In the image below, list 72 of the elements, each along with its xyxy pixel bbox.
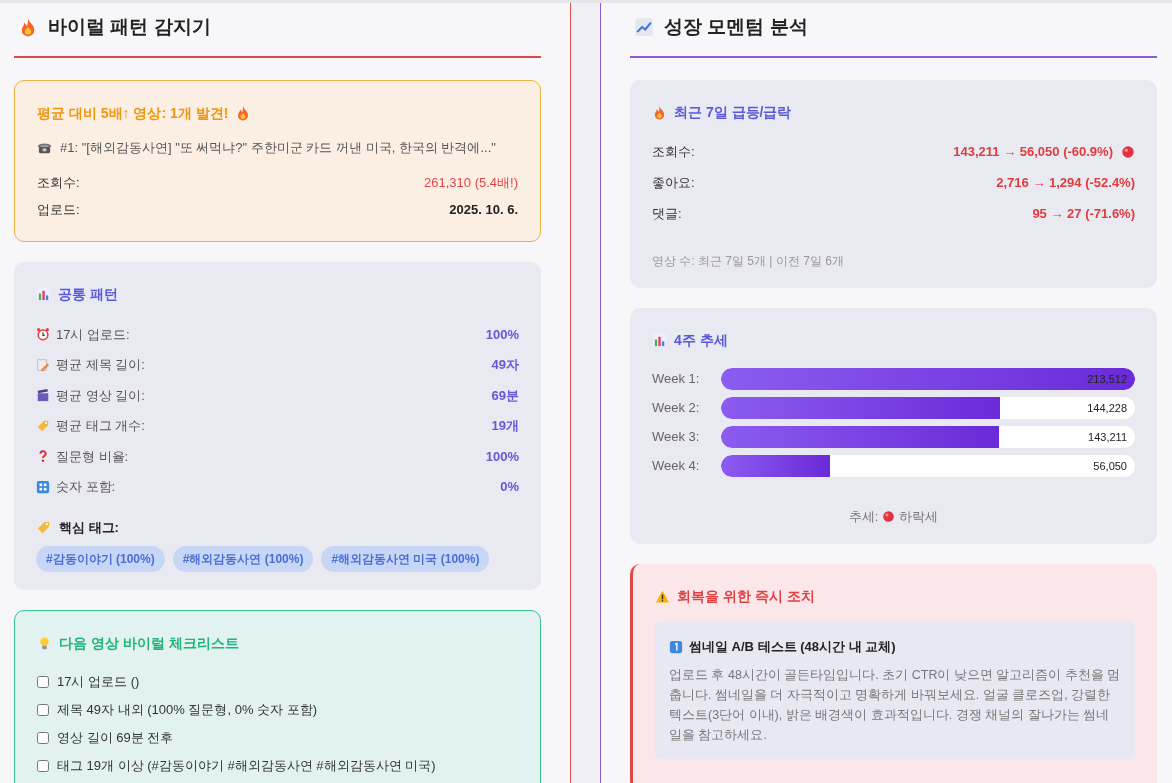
panel-title: 성장 모멘텀 분석 <box>664 15 808 39</box>
tag-chip: #감동이야기 (100%) <box>36 545 165 572</box>
stat-value: 261,310 (5.4배!) <box>424 173 518 192</box>
stat-label: 평균 태그 개수: <box>56 417 145 435</box>
stat-label: 평균 영상 길이: <box>56 386 145 405</box>
card-title: 다음 영상 바이럴 체크리스트 <box>59 633 239 653</box>
week-label: Week 3: <box>652 428 701 447</box>
checklist-label: 제목 49자 내외 (100% 질문형, 0% 숫자 포함) <box>57 700 318 719</box>
card-title: 공통 패턴 <box>58 285 118 304</box>
stat-value: 100% <box>485 447 519 466</box>
trend-label: 추세: <box>848 507 879 526</box>
card-title: 최근 7일 급등/급락 <box>674 102 792 122</box>
tag-icon <box>36 418 50 433</box>
stat-label: 질문형 비율: <box>56 447 129 466</box>
bar-value: 143,211 <box>1088 430 1127 445</box>
stat-value: 69분 <box>491 386 519 405</box>
stat-value: 0% <box>500 478 519 496</box>
stat-label: 업로드: <box>37 200 80 219</box>
stat-value: 95 → 27 (-71.6%) <box>1032 205 1135 224</box>
week-label: Week 4: <box>652 457 701 476</box>
stat-label: 댓글: <box>652 205 682 224</box>
flame-icon <box>652 104 667 120</box>
stat-label: 좋아요: <box>652 174 695 193</box>
action-title: 썸네일 A/B 테스트 (48시간 내 교체) <box>689 638 896 656</box>
checkbox[interactable] <box>37 703 49 716</box>
checkbox[interactable] <box>37 759 49 772</box>
tag-icon <box>36 520 51 536</box>
card-title: 회복을 위한 즉시 조치 <box>677 587 815 606</box>
action-text: 업로드 후 48시간이 골든타임입니다. 초기 CTR이 낮으면 알고리즘이 추천을 멈춥니다. 썸네일을 더 자극적이고 명확하게 바꿔보세요. 얼굴 클로즈업, 강렬한 텍스트(3단어 이내), 밝은 배경색이 효과적입니다. 경쟁 채널의 잘나가는 썸네일을 참고하세요. <box>669 666 1121 744</box>
video-title: #1: "[해외감동사연] "또 써먹냐?" 주한미군 카드 꺼낸 미국, 한국의 반격에..." <box>60 138 496 157</box>
panel-title: 바이럴 패턴 감지기 <box>48 15 211 39</box>
week-label: Week 1: <box>652 370 701 389</box>
checklist-label: 태그 19개 이상 (#감동이야기 #해외감동사연 #해외감동사연 미국) <box>57 756 436 775</box>
stat-value: 2025. 10. 6. <box>449 200 518 219</box>
warning-icon <box>655 589 670 604</box>
checklist-label: 영상 길이 69분 전후 <box>57 728 174 747</box>
alert-dot-icon <box>882 509 896 523</box>
stat-label: 17시 업로드: <box>56 325 130 344</box>
stat-value: 49자 <box>491 356 519 374</box>
bar-value: 144,228 <box>1087 401 1127 416</box>
stat-value: 19개 <box>491 417 519 435</box>
stat-label: 조회수: <box>652 143 695 162</box>
stat-label: 조회수: <box>37 173 80 192</box>
tag-chip: #해외감동사연 (100%) <box>172 545 314 572</box>
trend-value: 하락세 <box>899 507 939 526</box>
stat-value: 143,211 → 56,050 (-60.9%) <box>953 143 1113 162</box>
checklist-label: 17시 업로드 () <box>57 672 140 691</box>
number-keypad-icon <box>36 479 50 494</box>
light-bulb-icon <box>37 635 52 651</box>
alarm-clock-icon <box>36 327 50 342</box>
week-label: Week 2: <box>652 399 701 418</box>
checkbox[interactable] <box>37 675 49 688</box>
stat-value: 100% <box>485 325 519 344</box>
clapperboard-icon <box>36 388 50 403</box>
card-title: 평균 대비 5배↑ 영상: 1개 발견! <box>37 103 229 123</box>
tags-heading: 핵심 태그: <box>59 519 119 537</box>
alert-dot-icon <box>1121 145 1135 159</box>
stat-label: 평균 제목 길이: <box>56 356 145 374</box>
line-chart-icon <box>634 17 654 38</box>
footer-note: 영상 수: 최근 7일 5개 | 이전 7일 6개 <box>652 252 845 270</box>
checkbox[interactable] <box>37 731 49 744</box>
bar-value: 213,512 <box>1087 372 1127 387</box>
memo-icon <box>36 357 50 372</box>
tag-chip: #해외감동사연 미국 (100%) <box>321 545 490 572</box>
card-title: 4주 추세 <box>674 330 728 350</box>
bar-chart-icon <box>652 332 667 348</box>
stat-label: 숫자 포함: <box>56 478 116 496</box>
keycap-icon <box>669 639 683 654</box>
question-mark-icon <box>36 449 50 464</box>
stat-value: 2,716 → 1,294 (-52.4%) <box>996 174 1135 193</box>
bar-value: 56,050 <box>1093 459 1127 474</box>
bar-chart-icon <box>36 287 51 302</box>
